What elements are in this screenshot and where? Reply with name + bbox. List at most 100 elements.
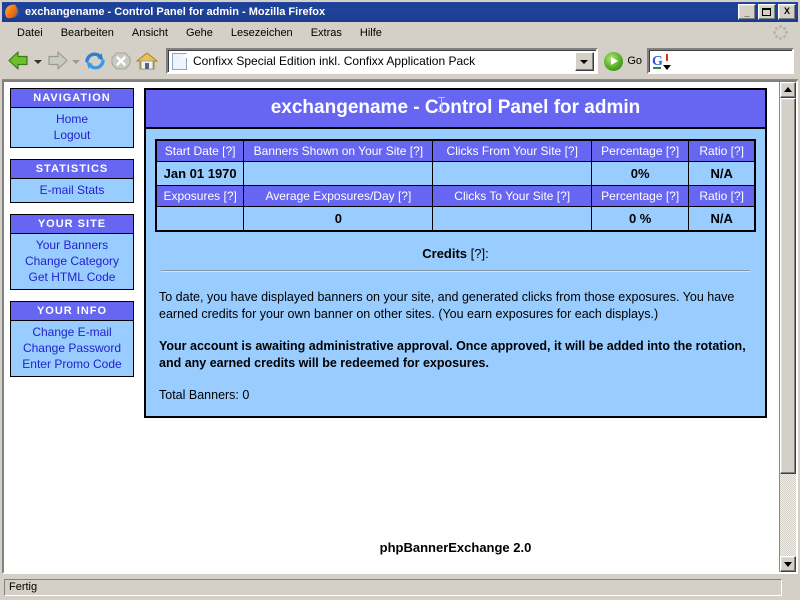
page-icon — [172, 52, 187, 70]
scrollbar-track[interactable] — [780, 98, 796, 556]
menu-item-ansicht[interactable]: Ansicht — [123, 24, 177, 42]
col-avg-exposures[interactable]: Average Exposures/Day [?] — [243, 185, 434, 207]
status-panel: Fertig — [4, 578, 782, 596]
scrollbar-thumb[interactable] — [780, 98, 796, 474]
cell-percentage-2: 0 % — [590, 206, 690, 232]
sidebar-section-statistics: STATISTICS E-mail Stats — [10, 159, 134, 203]
footer-branding: phpBannerExchange 2.0 — [379, 540, 532, 555]
col-banners-shown[interactable]: Banners Shown on Your Site [?] — [243, 139, 434, 162]
table-row: 0 0 % N/A — [155, 206, 756, 232]
sidebar-section-your-info: YOUR INFO Change E-mail Change Password … — [10, 301, 134, 377]
menu-item-datei[interactable]: Datei — [8, 24, 52, 42]
back-history-dropdown[interactable] — [32, 49, 42, 73]
menu-item-lesezeichen[interactable]: Lesezeichen — [222, 24, 302, 42]
cell-ratio-2: N/A — [688, 206, 756, 232]
navigation-toolbar: Go G — [2, 43, 798, 80]
sidebar-item-change-password[interactable]: Change Password — [11, 340, 133, 356]
url-dropdown-button[interactable] — [575, 51, 595, 71]
cell-banners-shown — [243, 161, 434, 186]
sidebar-item-get-html-code[interactable]: Get HTML Code — [11, 269, 133, 285]
col-exposures[interactable]: Exposures [?] — [155, 185, 245, 207]
throbber-icon — [773, 25, 788, 40]
sidebar-section-navigation: NAVIGATION Home Logout — [10, 88, 134, 148]
sidebar-item-home[interactable]: Home — [11, 111, 133, 127]
table-row: Jan 01 1970 0% N/A — [155, 161, 756, 186]
close-icon: X — [783, 6, 790, 16]
forward-arrow-icon — [44, 49, 70, 73]
sidebar-item-your-banners[interactable]: Your Banners — [11, 237, 133, 253]
scroll-down-button[interactable] — [780, 556, 796, 572]
minimize-button[interactable]: _ — [738, 4, 756, 20]
cell-start-date: Jan 01 1970 — [155, 161, 245, 186]
sidebar-header-your-site: YOUR SITE — [10, 214, 134, 234]
credits-label: Credits — [422, 246, 468, 261]
col-clicks-from[interactable]: Clicks From Your Site [?] — [432, 139, 592, 162]
search-bar[interactable]: G — [647, 48, 794, 74]
reload-icon[interactable] — [82, 49, 108, 73]
status-text: Fertig — [9, 581, 38, 593]
maximize-button[interactable] — [758, 4, 776, 20]
sidebar-item-change-category[interactable]: Change Category — [11, 253, 133, 269]
table-header-row-2: Exposures [?] Average Exposures/Day [?] … — [155, 185, 756, 207]
col-percentage-1[interactable]: Percentage [?] — [590, 139, 690, 162]
table-header-row-1: Start Date [?] Banners Shown on Your Sit… — [155, 139, 756, 162]
sidebar-header-your-info: YOUR INFO — [10, 301, 134, 321]
go-button[interactable] — [604, 51, 624, 71]
menu-item-bearbeiten[interactable]: Bearbeiten — [52, 24, 123, 42]
stop-icon — [108, 49, 134, 73]
url-input[interactable] — [193, 54, 576, 68]
sidebar-item-enter-promo-code[interactable]: Enter Promo Code — [11, 356, 133, 372]
text-cursor-icon — [437, 97, 445, 112]
cell-exposures — [155, 206, 245, 232]
stats-table: Start Date [?] Banners Shown on Your Sit… — [155, 139, 756, 232]
control-panel: exchangename - Control Panel for admin S… — [144, 88, 767, 418]
sidebar: NAVIGATION Home Logout STATISTICS E-mail… — [10, 88, 134, 555]
sidebar-item-change-email[interactable]: Change E-mail — [11, 324, 133, 340]
firefox-icon — [4, 4, 21, 20]
url-bar[interactable] — [166, 48, 599, 74]
sidebar-item-logout[interactable]: Logout — [11, 127, 133, 143]
web-page: NAVIGATION Home Logout STATISTICS E-mail… — [4, 82, 779, 572]
content-area: NAVIGATION Home Logout STATISTICS E-mail… — [2, 80, 798, 574]
page-title-text: exchangename - Control Panel for admin — [270, 97, 641, 118]
home-icon[interactable] — [134, 49, 160, 73]
search-input[interactable] — [675, 53, 792, 69]
go-label: Go — [627, 55, 642, 67]
menu-item-hilfe[interactable]: Hilfe — [351, 24, 391, 42]
main-content: exchangename - Control Panel for admin S… — [144, 88, 767, 555]
sidebar-item-email-stats[interactable]: E-mail Stats — [11, 182, 133, 198]
resize-grip-icon[interactable] — [782, 579, 796, 596]
close-button[interactable]: X — [778, 4, 796, 20]
cell-clicks-to — [432, 206, 592, 232]
sidebar-section-your-site: YOUR SITE Your Banners Change Category G… — [10, 214, 134, 290]
col-ratio-1[interactable]: Ratio [?] — [688, 139, 756, 162]
menu-bar: Datei Bearbeiten Ansicht Gehe Lesezeiche… — [2, 22, 798, 43]
menu-item-extras[interactable]: Extras — [302, 24, 351, 42]
cell-avg-exposures: 0 — [243, 206, 434, 232]
vertical-scrollbar[interactable] — [779, 82, 796, 572]
cell-percentage-1: 0% — [590, 161, 690, 186]
maximize-icon — [759, 5, 775, 19]
forward-history-dropdown — [70, 49, 80, 73]
minimize-icon: _ — [744, 8, 750, 18]
col-start-date[interactable]: Start Date [?] — [155, 139, 245, 162]
window-title: exchangename - Control Panel for admin -… — [25, 6, 326, 18]
menu-item-gehe[interactable]: Gehe — [177, 24, 222, 42]
title-bar: exchangename - Control Panel for admin -… — [2, 2, 798, 22]
browser-window: exchangename - Control Panel for admin -… — [0, 0, 800, 600]
col-percentage-2[interactable]: Percentage [?] — [590, 185, 690, 207]
scroll-up-button[interactable] — [780, 82, 796, 98]
col-ratio-2[interactable]: Ratio [?] — [688, 185, 756, 207]
window-controls: _ X — [738, 4, 796, 20]
credits-help-link[interactable]: [?]: — [467, 246, 489, 261]
page-title: exchangename - Control Panel for admin — [146, 90, 765, 129]
total-banners: Total Banners: 0 — [159, 388, 250, 402]
sidebar-header-navigation: NAVIGATION — [10, 88, 134, 108]
sidebar-header-statistics: STATISTICS — [10, 159, 134, 179]
cell-ratio-1: N/A — [688, 161, 756, 186]
divider — [161, 270, 750, 272]
back-arrow-icon[interactable] — [6, 49, 32, 73]
google-g-icon[interactable]: G — [652, 53, 671, 70]
col-clicks-to[interactable]: Clicks To Your Site [?] — [432, 185, 592, 207]
cell-clicks-from — [432, 161, 592, 186]
